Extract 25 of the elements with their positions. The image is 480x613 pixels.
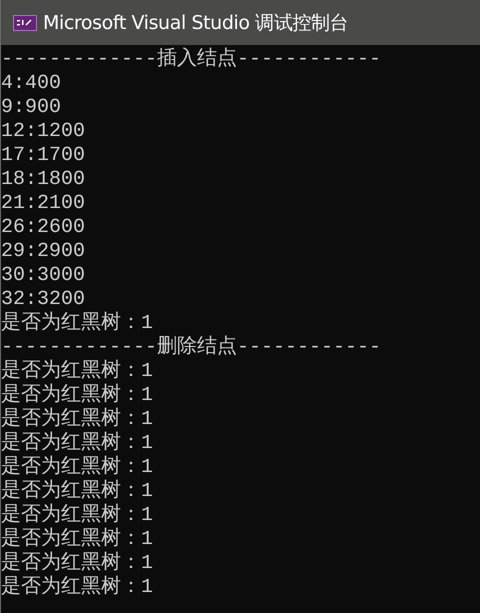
console-line: 是否为红黑树：1 xyxy=(1,552,154,576)
console-line: 4:400 xyxy=(1,72,62,96)
console-line: 是否为红黑树：1 xyxy=(1,312,154,336)
console-line: 32:3200 xyxy=(1,288,86,312)
console-line: 是否为红黑树：1 xyxy=(1,456,154,480)
console-line: 26:2600 xyxy=(1,216,86,240)
window-title: Microsoft Visual Studio 调试控制台 xyxy=(43,10,348,36)
console-line: 是否为红黑树：1 xyxy=(1,432,154,456)
console-line: -------------插入结点------------ xyxy=(1,48,382,72)
console-line: 是否为红黑树：1 xyxy=(1,408,154,432)
console-line: 30:3000 xyxy=(1,264,86,288)
console-line: 是否为红黑树：1 xyxy=(1,576,154,600)
console-line: 是否为红黑树：1 xyxy=(1,480,154,504)
console-line: 17:1700 xyxy=(1,144,86,168)
console-line: -------------删除结点------------ xyxy=(1,336,382,360)
console-app-icon xyxy=(13,14,37,30)
console-line: 是否为红黑树：1 xyxy=(1,360,154,384)
console-line: 9:900 xyxy=(1,96,62,120)
console-line: 21:2100 xyxy=(1,192,86,216)
console-line: 12:1200 xyxy=(1,120,86,144)
console-line: 是否为红黑树：1 xyxy=(1,384,154,408)
console-line: 是否为红黑树：1 xyxy=(1,504,154,528)
console-line: 18:1800 xyxy=(1,168,86,192)
console-line: 29:2900 xyxy=(1,240,86,264)
console-line: 是否为红黑树：1 xyxy=(1,528,154,552)
